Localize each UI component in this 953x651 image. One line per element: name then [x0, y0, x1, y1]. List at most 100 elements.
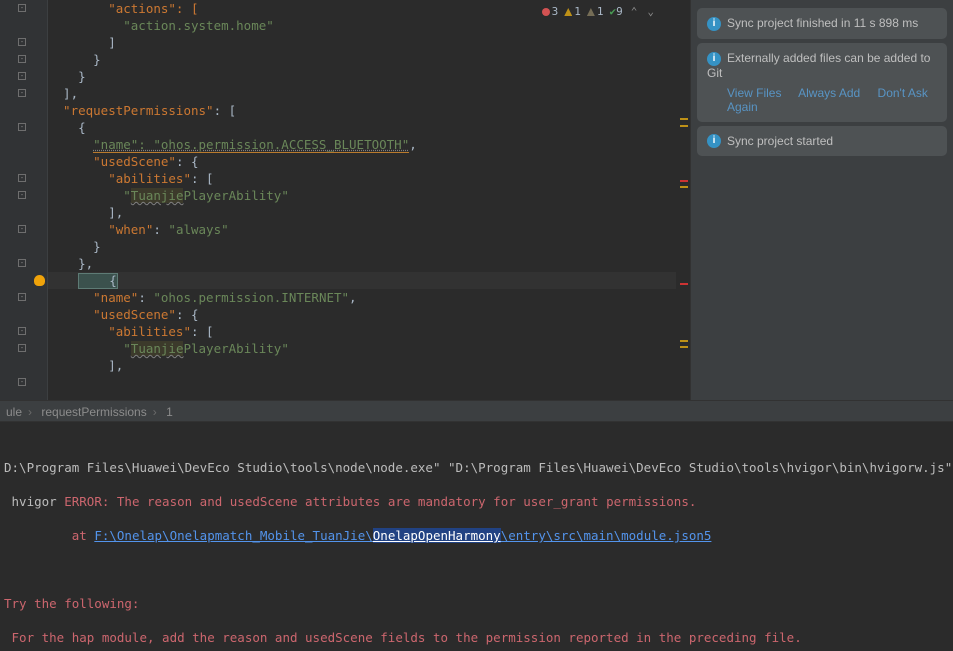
console-line: D:\Program Files\Huawei\DevEco Studio\to…	[4, 459, 953, 476]
stripe-error[interactable]	[680, 180, 688, 182]
code-text: }	[48, 239, 101, 254]
code-text: "abilities"	[48, 324, 191, 339]
fold-icon[interactable]: -	[18, 225, 26, 233]
file-link[interactable]: \entry\src\main\module.json5	[501, 528, 712, 543]
chevron-right-icon: ›	[28, 405, 32, 419]
gutter: - - - - - - - - - - - - - -	[0, 0, 48, 400]
ok-count[interactable]: ✔9	[610, 5, 623, 18]
code-text: "name": "ohos.permission.ACCESS_BLUETOOT…	[93, 137, 409, 153]
console-line	[4, 561, 953, 578]
notification-sync-finished[interactable]: i Sync project finished in 11 s 898 ms	[697, 8, 947, 39]
code-text: "usedScene"	[48, 307, 176, 322]
code-text: {	[48, 120, 86, 135]
code-text: : [	[214, 103, 237, 118]
console-line: hvigor ERROR: The reason and usedScene a…	[4, 493, 953, 510]
code-text: :	[153, 222, 168, 237]
fold-icon[interactable]: -	[18, 4, 26, 12]
fold-icon[interactable]: -	[18, 123, 26, 131]
code-text: ],	[48, 205, 123, 220]
notification-sync-started[interactable]: iSync project started	[697, 126, 947, 157]
code-text: }	[48, 69, 86, 84]
code-text: : {	[176, 154, 199, 169]
code-text: },	[48, 256, 93, 271]
info-icon: i	[707, 52, 721, 66]
code-text: "	[48, 341, 131, 356]
build-output-console[interactable]: D:\Program Files\Huawei\DevEco Studio\to…	[0, 422, 953, 651]
code-text: PlayerAbility"	[183, 341, 288, 356]
weak-warning-icon	[587, 8, 595, 16]
fold-icon[interactable]: -	[18, 38, 26, 46]
info-icon: i	[707, 17, 721, 31]
code-text: :	[138, 290, 153, 305]
stripe-warning[interactable]	[680, 346, 688, 348]
fold-icon[interactable]: -	[18, 174, 26, 182]
fold-icon[interactable]: -	[18, 259, 26, 267]
console-line: Try the following:	[4, 595, 953, 612]
stripe-warning[interactable]	[680, 186, 688, 188]
warning-icon	[564, 8, 572, 16]
view-files-link[interactable]: View Files	[727, 86, 781, 100]
fold-icon[interactable]: -	[18, 378, 26, 386]
error-count[interactable]: 3	[542, 5, 559, 18]
code-text: ,	[409, 137, 417, 152]
intention-bulb-icon[interactable]	[34, 275, 45, 286]
code-text: "usedScene"	[48, 154, 176, 169]
always-add-link[interactable]: Always Add	[798, 86, 860, 100]
code-text: ,	[349, 290, 357, 305]
notification-text: Externally added files can be added to G…	[707, 51, 930, 80]
fold-icon[interactable]: -	[18, 72, 26, 80]
code-text: ]	[48, 35, 116, 50]
weak-warning-count[interactable]: 1	[587, 5, 604, 18]
code-text: "ohos.permission.INTERNET"	[153, 290, 349, 305]
fold-icon[interactable]: -	[18, 191, 26, 199]
console-line: at F:\Onelap\Onelapmatch_Mobile_TuanJie\…	[4, 527, 953, 544]
info-icon: i	[707, 134, 721, 148]
code-content[interactable]: "actions": [ "action.system.home" ] } } …	[48, 0, 676, 400]
problems-widget[interactable]: 3 1 1 ✔9 ⌃ ⌄	[538, 4, 660, 19]
code-text: "action.system.home"	[48, 18, 274, 33]
fold-icon[interactable]: -	[18, 293, 26, 301]
code-text: "name"	[48, 290, 138, 305]
breadcrumb-item[interactable]: requestPermissions	[35, 405, 152, 419]
code-text: Tuanjie	[131, 188, 184, 203]
stripe-warning[interactable]	[680, 125, 688, 127]
code-text: "always"	[168, 222, 228, 237]
warning-count-value: 1	[574, 5, 581, 18]
chevron-up-icon[interactable]: ⌃	[629, 5, 640, 18]
code-text: : [	[191, 324, 214, 339]
warning-count[interactable]: 1	[564, 5, 581, 18]
code-text: "actions": [	[48, 1, 199, 16]
console-line: For the hap module, add the reason and u…	[4, 629, 953, 646]
error-stripe[interactable]	[678, 0, 688, 400]
notification-git-files[interactable]: iExternally added files can be added to …	[697, 43, 947, 122]
editor-pane[interactable]: - - - - - - - - - - - - - - "actions": […	[0, 0, 690, 400]
code-text: "abilities"	[48, 171, 191, 186]
error-icon	[542, 8, 550, 16]
chevron-down-icon[interactable]: ⌄	[645, 5, 656, 18]
fold-icon[interactable]: -	[18, 344, 26, 352]
breadcrumb-item[interactable]: 1	[160, 405, 179, 419]
code-text	[48, 137, 93, 152]
code-text: "requestPermissions"	[48, 103, 214, 118]
stripe-warning[interactable]	[680, 340, 688, 342]
code-text: "	[48, 188, 131, 203]
chevron-right-icon: ›	[153, 405, 157, 419]
code-text: ],	[48, 358, 123, 373]
notification-actions: View Files Always Add Don't Ask Again	[707, 86, 937, 114]
code-text: : [	[191, 171, 214, 186]
fold-icon[interactable]: -	[18, 89, 26, 97]
fold-icon[interactable]: -	[18, 55, 26, 63]
breadcrumb-item[interactable]: ule	[0, 405, 28, 419]
ok-count-value: 9	[616, 5, 623, 18]
breadcrumb-bar[interactable]: ule› requestPermissions› 1	[0, 400, 953, 422]
stripe-error[interactable]	[680, 283, 688, 285]
code-text: }	[48, 52, 101, 67]
error-count-value: 3	[552, 5, 559, 18]
file-link-selected[interactable]: OnelapOpenHarmony	[373, 528, 501, 543]
code-text: : {	[176, 307, 199, 322]
notification-text: Sync project finished in 11 s 898 ms	[727, 16, 918, 30]
fold-icon[interactable]: -	[18, 327, 26, 335]
code-text: PlayerAbility"	[183, 188, 288, 203]
stripe-warning[interactable]	[680, 118, 688, 120]
file-link[interactable]: F:\Onelap\Onelapmatch_Mobile_TuanJie\	[94, 528, 372, 543]
